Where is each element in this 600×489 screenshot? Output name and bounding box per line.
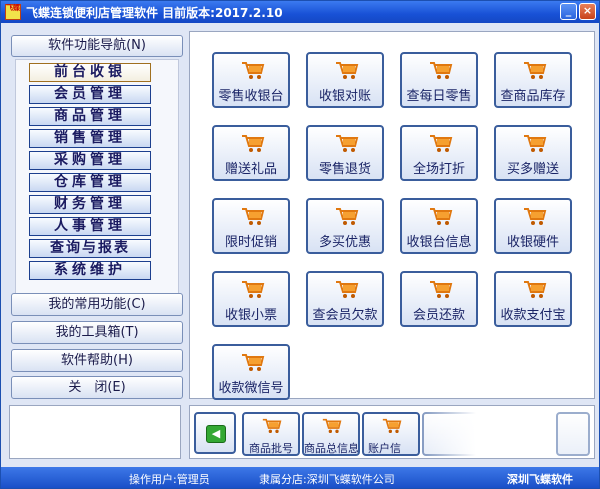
minimize-button[interactable]: _ [560, 3, 577, 20]
function-button[interactable]: 收款微信号 [212, 344, 290, 400]
function-button[interactable]: 收银对账 [306, 52, 384, 108]
function-button-label: 收银对账 [318, 89, 371, 104]
function-button-label: 限时促销 [224, 235, 277, 250]
function-button[interactable]: 查商品库存 [494, 52, 572, 108]
function-button[interactable]: 收银小票 [212, 271, 290, 327]
function-button-label: 买多赠送 [506, 162, 559, 177]
function-button-label: 收款微信号 [218, 381, 284, 396]
status-bar: 操作用户:管理员 隶属分店:深圳飞蝶软件公司 深圳飞蝶软件 [1, 467, 599, 488]
function-button[interactable]: 收银台信息 [400, 198, 478, 254]
quick-item-label: 账户信 [368, 442, 401, 455]
shopping-cart-icon [429, 133, 453, 153]
nav-item-system[interactable]: 系统维护 [29, 261, 151, 280]
function-button-label: 收银硬件 [506, 235, 559, 250]
favorites-button[interactable]: 我的常用功能(C) [11, 293, 183, 316]
shopping-cart-icon [322, 418, 342, 433]
help-button[interactable]: 软件帮助(H) [11, 349, 183, 372]
back-button[interactable]: ◀ [194, 412, 236, 454]
nav-item-pos[interactable]: 前台收银 [29, 63, 151, 82]
shopping-cart-icon [523, 279, 547, 299]
quick-toolbar: ◀ 商品批号 商品总信息 账户信 [189, 405, 595, 459]
nav-item-goods[interactable]: 商品管理 [29, 107, 151, 126]
function-button-label: 收银台信息 [406, 235, 472, 250]
function-button-label: 会员还款 [412, 308, 465, 323]
function-button-label: 查商品库存 [500, 89, 566, 104]
function-button-label: 赠送礼品 [224, 162, 277, 177]
quick-item-label: 商品批号 [249, 442, 293, 455]
shopping-cart-icon [241, 279, 265, 299]
left-navigation-panel: 软件功能导航(N) 前台收银 会员管理 商品管理 销售管理 采购管理 仓库管理 … [7, 31, 185, 401]
shopping-cart-icon [241, 352, 265, 372]
function-button[interactable]: 买多赠送 [494, 125, 572, 181]
function-button[interactable]: 赠送礼品 [212, 125, 290, 181]
exit-button[interactable]: 关 闭(E) [11, 376, 183, 399]
title-bar[interactable]: 飞蝶 飞蝶连锁便利店管理软件 目前版本:2017.2.10 _ × [1, 1, 599, 23]
shopping-cart-icon [429, 60, 453, 80]
shopping-cart-icon [262, 418, 282, 433]
function-button[interactable]: 查会员欠款 [306, 271, 384, 327]
function-button[interactable]: 收银硬件 [494, 198, 572, 254]
app-window: 飞蝶 飞蝶连锁便利店管理软件 目前版本:2017.2.10 _ × 软件功能导航… [0, 0, 600, 489]
shopping-cart-icon [382, 418, 402, 433]
shopping-cart-icon [523, 206, 547, 226]
app-logo-icon: 飞蝶 [5, 4, 21, 20]
quick-batch-button[interactable]: 商品批号 [242, 412, 300, 456]
scroll-forward-button[interactable] [556, 412, 590, 456]
function-button-label: 收款支付宝 [500, 308, 566, 323]
left-info-box [9, 405, 181, 459]
shopping-cart-icon [335, 133, 359, 153]
function-button[interactable]: 限时促销 [212, 198, 290, 254]
quick-account-button[interactable]: 账户信 [362, 412, 420, 456]
shopping-cart-icon [335, 60, 359, 80]
nav-item-finance[interactable]: 财务管理 [29, 195, 151, 214]
status-brand: 深圳飞蝶软件 [507, 473, 573, 486]
status-operator: 操作用户:管理员 [129, 473, 210, 486]
shopping-cart-icon [241, 206, 265, 226]
function-button[interactable]: 多买优惠 [306, 198, 384, 254]
quick-item-label: 商品总信息 [304, 442, 359, 455]
function-button[interactable]: 零售退货 [306, 125, 384, 181]
function-button-label: 全场打折 [412, 162, 465, 177]
shopping-cart-icon [429, 279, 453, 299]
shopping-cart-icon [523, 133, 547, 153]
shopping-cart-icon [523, 60, 547, 80]
status-branch: 隶属分店:深圳飞蝶软件公司 [259, 473, 395, 486]
nav-item-reports[interactable]: 查询与报表 [29, 239, 151, 258]
back-arrow-icon: ◀ [206, 425, 226, 443]
function-button-label: 零售收银台 [218, 89, 284, 104]
function-button[interactable]: 收款支付宝 [494, 271, 572, 327]
function-button-label: 查每日零售 [406, 89, 472, 104]
function-button-label: 查会员欠款 [312, 308, 378, 323]
function-button[interactable]: 会员还款 [400, 271, 478, 327]
nav-item-sales[interactable]: 销售管理 [29, 129, 151, 148]
function-grid: 零售收银台 收银对账 查每日零售 查商品库存赠送礼品 零售退货 全场打折 买多赠送限时促销 多… [189, 31, 595, 400]
nav-item-purchase[interactable]: 采购管理 [29, 151, 151, 170]
shopping-cart-icon [241, 60, 265, 80]
nav-item-warehouse[interactable]: 仓库管理 [29, 173, 151, 192]
shopping-cart-icon [241, 133, 265, 153]
nav-header-button[interactable]: 软件功能导航(N) [11, 35, 183, 57]
function-button-label: 零售退货 [318, 162, 371, 177]
shopping-cart-icon [429, 206, 453, 226]
toolbox-button[interactable]: 我的工具箱(T) [11, 321, 183, 344]
close-window-button[interactable]: × [579, 3, 596, 20]
quick-goods-info-button[interactable]: 商品总信息 [302, 412, 360, 456]
shopping-cart-icon [335, 206, 359, 226]
window-title: 飞蝶连锁便利店管理软件 目前版本:2017.2.10 [26, 6, 283, 20]
function-button-label: 收银小票 [224, 308, 277, 323]
function-button[interactable]: 零售收银台 [212, 52, 290, 108]
function-button[interactable]: 查每日零售 [400, 52, 478, 108]
nav-item-hr[interactable]: 人事管理 [29, 217, 151, 236]
nav-item-member[interactable]: 会员管理 [29, 85, 151, 104]
shopping-cart-icon [335, 279, 359, 299]
function-button[interactable]: 全场打折 [400, 125, 478, 181]
function-button-label: 多买优惠 [318, 235, 371, 250]
